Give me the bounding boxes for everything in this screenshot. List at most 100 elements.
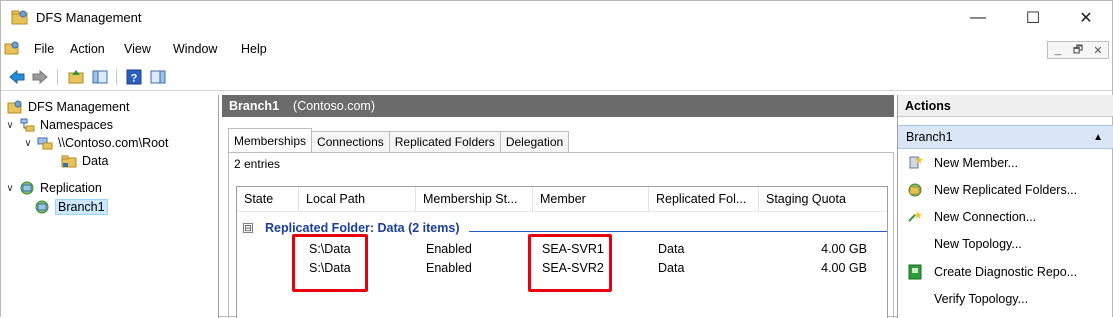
group-divider <box>469 231 887 232</box>
console-tree: DFS Management ∨ Namespaces ∨ \\Contoso.… <box>1 95 219 318</box>
folder-icon <box>61 155 77 168</box>
action-verify-topology[interactable]: Verify Topology... <box>898 289 1113 309</box>
namespaces-icon <box>20 118 35 132</box>
new-replicated-folders-icon <box>908 183 922 197</box>
chevron-down-icon[interactable]: ∨ <box>4 120 16 131</box>
blank-icon <box>907 291 923 307</box>
cell-membership-status: Enabled <box>426 261 472 275</box>
window-title: DFS Management <box>36 10 142 25</box>
back-arrow-icon[interactable] <box>8 68 26 86</box>
new-member-icon <box>909 156 923 169</box>
minimize-button[interactable]: — <box>955 1 1001 35</box>
tree-item-label: Branch1 <box>55 199 108 215</box>
chevron-down-icon[interactable]: ∨ <box>4 183 16 194</box>
menu-bar: File Action View Window Help _ 🗗 ✕ <box>1 37 1112 61</box>
action-new-replicated-folders[interactable]: New Replicated Folders... <box>898 180 1113 200</box>
results-header-subtitle: (Contoso.com) <box>293 99 376 113</box>
tree-item-label: \\Contoso.com\Root <box>58 136 169 150</box>
tree-item-branch1[interactable]: Branch1 <box>34 198 108 216</box>
action-new-connection[interactable]: New Connection... <box>898 207 1113 227</box>
column-header-membership-status[interactable]: Membership St... <box>416 187 533 211</box>
show-hide-console-tree-icon[interactable] <box>91 68 109 86</box>
new-connection-icon <box>908 211 922 222</box>
action-label: Verify Topology... <box>934 292 1029 306</box>
cell-replicated-folder: Data <box>658 261 685 275</box>
mdi-minimize-button[interactable]: _ <box>1048 44 1068 56</box>
mdi-close-button[interactable]: ✕ <box>1088 44 1108 57</box>
memberships-list: State Local Path Membership St... Member… <box>236 186 888 318</box>
menu-help[interactable]: Help <box>241 42 267 56</box>
namespace-root-icon <box>37 137 53 150</box>
local-path-highlight-box <box>292 234 368 292</box>
blank-icon <box>907 236 923 252</box>
tree-item-replication[interactable]: ∨ Replication <box>4 179 102 197</box>
tree-item-label: Namespaces <box>40 118 113 132</box>
tree-item-label: Data <box>82 154 109 168</box>
actions-section-branch1[interactable]: Branch1 ▲ <box>898 125 1113 149</box>
entries-count: 2 entries <box>234 157 281 171</box>
action-label: New Member... <box>934 156 1019 170</box>
tab-connections[interactable]: Connections <box>311 131 390 152</box>
tab-delegation[interactable]: Delegation <box>499 131 570 152</box>
member-highlight-box <box>528 234 612 292</box>
menu-file[interactable]: File <box>34 42 54 56</box>
group-header[interactable]: ⊟ Replicated Folder: Data (2 items) <box>243 221 460 235</box>
tab-strip: Memberships Connections Replicated Folde… <box>228 128 570 153</box>
toolbar: ? <box>1 63 1112 91</box>
up-folder-icon[interactable] <box>67 68 85 86</box>
results-header-title: Branch1 <box>229 99 280 113</box>
mdi-restore-button[interactable]: 🗗 <box>1068 41 1088 60</box>
dfs-management-window: DFS Management — ☐ ✕ File Action View Wi… <box>0 0 1113 318</box>
tab-replicated-folders[interactable]: Replicated Folders <box>388 131 501 152</box>
dfs-management-icon <box>7 100 22 114</box>
column-header-replicated-folder[interactable]: Replicated Fol... <box>649 187 759 211</box>
tree-item-label: DFS Management <box>28 100 130 114</box>
tree-item-dfs-management[interactable]: DFS Management <box>3 98 129 116</box>
group-label: Replicated Folder: Data (2 items) <box>265 221 460 235</box>
title-bar: DFS Management — ☐ ✕ <box>1 1 1112 35</box>
cell-membership-status: Enabled <box>426 242 472 256</box>
replication-group-icon <box>35 200 49 214</box>
svg-text:?: ? <box>131 73 138 85</box>
action-label: New Replicated Folders... <box>934 183 1078 197</box>
toolbar-separator <box>57 69 58 85</box>
chevron-down-icon[interactable]: ∨ <box>22 138 34 149</box>
menu-view[interactable]: View <box>124 42 151 56</box>
action-new-member[interactable]: New Member... <box>898 153 1113 173</box>
action-label: New Connection... <box>934 210 1037 224</box>
dfs-app-icon <box>11 10 28 25</box>
diagnostic-report-icon <box>908 264 922 280</box>
replication-icon <box>20 181 34 195</box>
tree-item-namespace-root[interactable]: ∨ \\Contoso.com\Root <box>22 134 168 152</box>
action-label: New Topology... <box>934 237 1022 251</box>
cell-replicated-folder: Data <box>658 242 685 256</box>
column-header-state[interactable]: State <box>237 187 299 211</box>
tree-item-label: Replication <box>40 181 102 195</box>
tab-memberships[interactable]: Memberships <box>228 128 313 152</box>
cell-staging-quota: 4.00 GB <box>821 261 867 275</box>
maximize-button[interactable]: ☐ <box>1010 1 1056 35</box>
close-button[interactable]: ✕ <box>1063 1 1109 35</box>
menu-window[interactable]: Window <box>173 42 217 56</box>
column-header-staging-quota[interactable]: Staging Quota <box>759 187 859 211</box>
tree-item-namespaces[interactable]: ∨ Namespaces <box>4 116 113 134</box>
collapse-group-icon[interactable]: ⊟ <box>243 223 253 233</box>
toolbar-separator <box>116 69 117 85</box>
action-new-topology[interactable]: New Topology... <box>898 234 1113 254</box>
header-divider <box>237 211 887 212</box>
results-header: Branch1 (Contoso.com) <box>222 95 894 117</box>
collapse-up-icon[interactable]: ▲ <box>1093 132 1103 143</box>
column-header-local-path[interactable]: Local Path <box>299 187 416 211</box>
menu-action[interactable]: Action <box>70 42 105 56</box>
column-header-member[interactable]: Member <box>533 187 649 211</box>
action-create-diagnostic-report[interactable]: Create Diagnostic Repo... <box>898 262 1113 282</box>
results-pane: Branch1 (Contoso.com) Memberships Connec… <box>222 95 894 318</box>
cell-staging-quota: 4.00 GB <box>821 242 867 256</box>
show-hide-action-pane-icon[interactable] <box>149 68 167 86</box>
help-icon[interactable]: ? <box>125 68 143 86</box>
action-label: Create Diagnostic Repo... <box>934 265 1078 279</box>
mdi-controls: _ 🗗 ✕ <box>1047 41 1109 59</box>
tree-item-data-folder[interactable]: Data <box>61 152 108 170</box>
forward-arrow-icon[interactable] <box>31 68 49 86</box>
actions-pane: Actions Branch1 ▲ New Member... New Repl… <box>897 95 1113 318</box>
